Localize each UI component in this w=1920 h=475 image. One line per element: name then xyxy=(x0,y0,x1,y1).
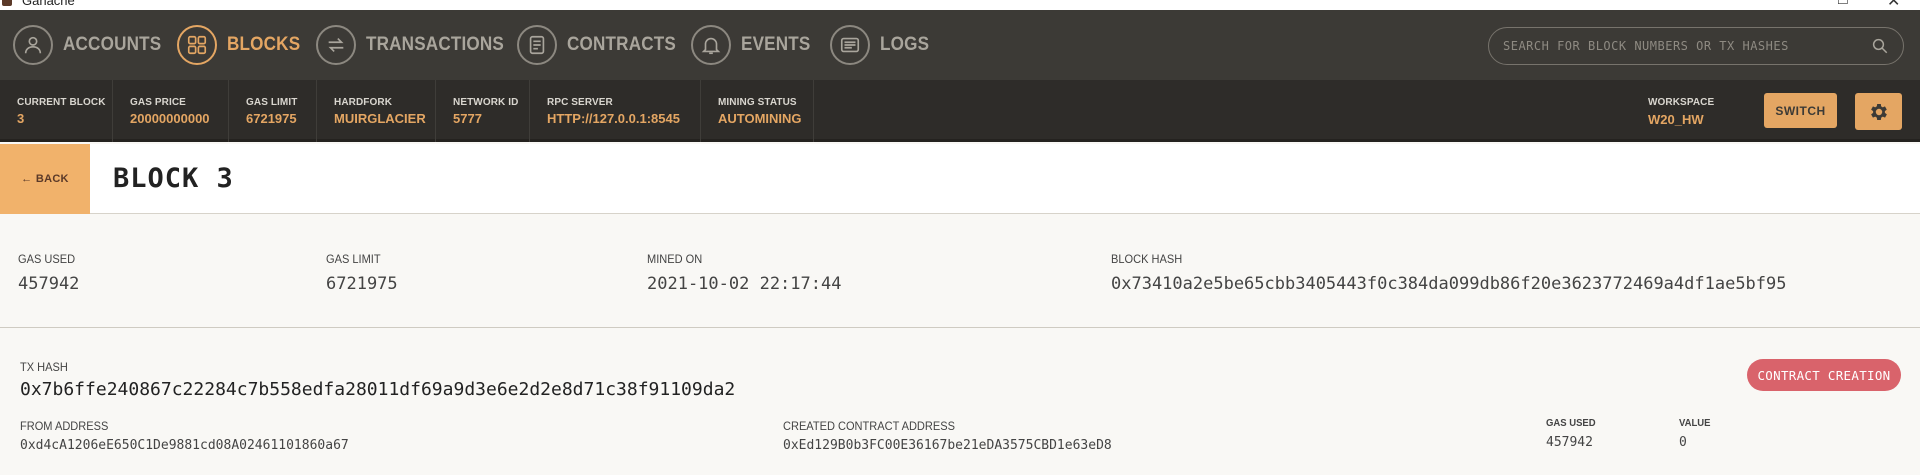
stat-label: CURRENT BLOCK xyxy=(17,97,106,108)
window-title: Ganache xyxy=(22,0,75,8)
nav-blocks-label: BLOCKS xyxy=(227,34,301,55)
info-value: 6721975 xyxy=(326,274,398,294)
info-label: MINED ON xyxy=(647,252,703,266)
stat-label: GAS LIMIT xyxy=(246,97,298,108)
transaction-row[interactable]: TX HASH 0x7b6ffe240867c22284c7b558edfa28… xyxy=(0,329,1920,475)
blocks-grid-icon xyxy=(177,25,217,65)
stat-value: 6721975 xyxy=(246,111,297,126)
created-contract-address: 0xEd129B0b3FC00E36167be21eDA3575CBD1e63e… xyxy=(783,438,1112,453)
nav-events-label: EVENTS xyxy=(741,34,811,55)
back-button[interactable]: ← BACK xyxy=(0,144,90,214)
stat-label: HARDFORK xyxy=(334,97,393,108)
bell-icon xyxy=(691,25,731,65)
ganache-logo-icon xyxy=(2,0,12,6)
nav-transactions[interactable]: TRANSACTIONS xyxy=(316,25,519,65)
status-bar: CURRENT BLOCK 3 GAS PRICE 20000000000 GA… xyxy=(0,80,1920,142)
from-address-label: FROM ADDRESS xyxy=(20,419,109,433)
nav-accounts-label: ACCOUNTS xyxy=(63,34,162,55)
stat-label: RPC SERVER xyxy=(547,97,613,108)
stat-current-block: CURRENT BLOCK 3 xyxy=(0,80,113,142)
main-nav: ACCOUNTS BLOCKS TRANSACTIONS CONTRACTS E… xyxy=(0,10,1920,80)
nav-logs[interactable]: LOGS xyxy=(830,25,935,65)
stat-label: NETWORK ID xyxy=(453,97,519,108)
document-icon xyxy=(517,25,557,65)
swap-arrows-icon xyxy=(316,25,356,65)
settings-button[interactable] xyxy=(1855,93,1902,130)
from-address: 0xd4cA1206eE650C1De9881cd08A02461101860a… xyxy=(20,438,349,453)
info-value: 457942 xyxy=(18,274,80,294)
info-value: 2021-10-02 22:17:44 xyxy=(647,274,842,294)
tx-value: 0 xyxy=(1679,435,1687,450)
close-icon[interactable]: ✕ xyxy=(1887,0,1900,10)
search-box xyxy=(1488,27,1904,65)
person-icon xyxy=(13,25,53,65)
block-mined-on: MINED ON 2021-10-02 22:17:44 xyxy=(647,252,841,294)
info-label: GAS USED xyxy=(18,252,76,266)
info-label: BLOCK HASH xyxy=(1111,252,1183,266)
stat-mining-status: MINING STATUS AUTOMINING xyxy=(701,80,814,142)
nav-contracts-label: CONTRACTS xyxy=(567,34,676,55)
switch-workspace-button[interactable]: SWITCH xyxy=(1764,93,1837,128)
stat-network-id: NETWORK ID 5777 xyxy=(436,80,530,142)
stat-value: MUIRGLACIER xyxy=(334,111,426,126)
maximize-icon[interactable]: □ xyxy=(1838,0,1848,9)
stat-value: 20000000000 xyxy=(130,111,210,126)
info-value: 0x73410a2e5be65cbb3405443f0c384da099db86… xyxy=(1111,274,1787,294)
stat-label: MINING STATUS xyxy=(718,97,797,108)
nav-events[interactable]: EVENTS xyxy=(691,25,818,65)
tx-gas-used: 457942 xyxy=(1546,435,1593,450)
stat-gas-price: GAS PRICE 20000000000 xyxy=(113,80,229,142)
gear-icon xyxy=(1870,103,1887,120)
info-label: GAS LIMIT xyxy=(326,252,381,266)
search-icon[interactable] xyxy=(1871,37,1889,55)
nav-logs-label: LOGS xyxy=(880,34,930,55)
nav-blocks[interactable]: BLOCKS xyxy=(177,25,308,65)
workspace-label: WORKSPACE xyxy=(1648,97,1715,108)
search-input[interactable] xyxy=(1503,28,1863,64)
nav-transactions-label: TRANSACTIONS xyxy=(366,34,505,55)
tx-hash-label: TX HASH xyxy=(20,360,68,374)
stat-rpc-server: RPC SERVER HTTP://127.0.0.1:8545 xyxy=(530,80,701,142)
page-title: BLOCK 3 xyxy=(113,163,234,194)
stat-gas-limit: GAS LIMIT 6721975 xyxy=(229,80,317,142)
tx-hash: 0x7b6ffe240867c22284c7b558edfa28011df69a… xyxy=(20,379,736,400)
stat-hardfork: HARDFORK MUIRGLACIER xyxy=(317,80,436,142)
block-gas-limit: GAS LIMIT 6721975 xyxy=(326,252,398,294)
block-header: ← BACK BLOCK 3 xyxy=(0,144,1920,214)
stat-value: 3 xyxy=(17,111,25,126)
terminal-icon xyxy=(830,25,870,65)
workspace-name: W20_HW xyxy=(1648,112,1704,127)
block-gas-used: GAS USED 457942 xyxy=(18,252,80,294)
contract-creation-badge: CONTRACT CREATION xyxy=(1747,359,1901,391)
stat-value: HTTP://127.0.0.1:8545 xyxy=(547,111,680,126)
nav-contracts[interactable]: CONTRACTS xyxy=(517,25,688,65)
block-hash: BLOCK HASH 0x73410a2e5be65cbb3405443f0c3… xyxy=(1111,252,1787,294)
workspace-info: WORKSPACE W20_HW xyxy=(1648,97,1714,127)
stat-label: GAS PRICE xyxy=(130,97,186,108)
stat-value: AUTOMINING xyxy=(718,111,802,126)
stat-value: 5777 xyxy=(453,111,482,126)
nav-accounts[interactable]: ACCOUNTS xyxy=(13,25,172,65)
tx-value-label: VALUE xyxy=(1679,418,1711,429)
block-info: GAS USED 457942 GAS LIMIT 6721975 MINED … xyxy=(0,214,1920,328)
created-contract-label: CREATED CONTRACT ADDRESS xyxy=(783,419,955,433)
tx-gas-used-label: GAS USED xyxy=(1546,418,1596,429)
window-titlebar: Ganache □ ✕ xyxy=(0,0,1920,10)
